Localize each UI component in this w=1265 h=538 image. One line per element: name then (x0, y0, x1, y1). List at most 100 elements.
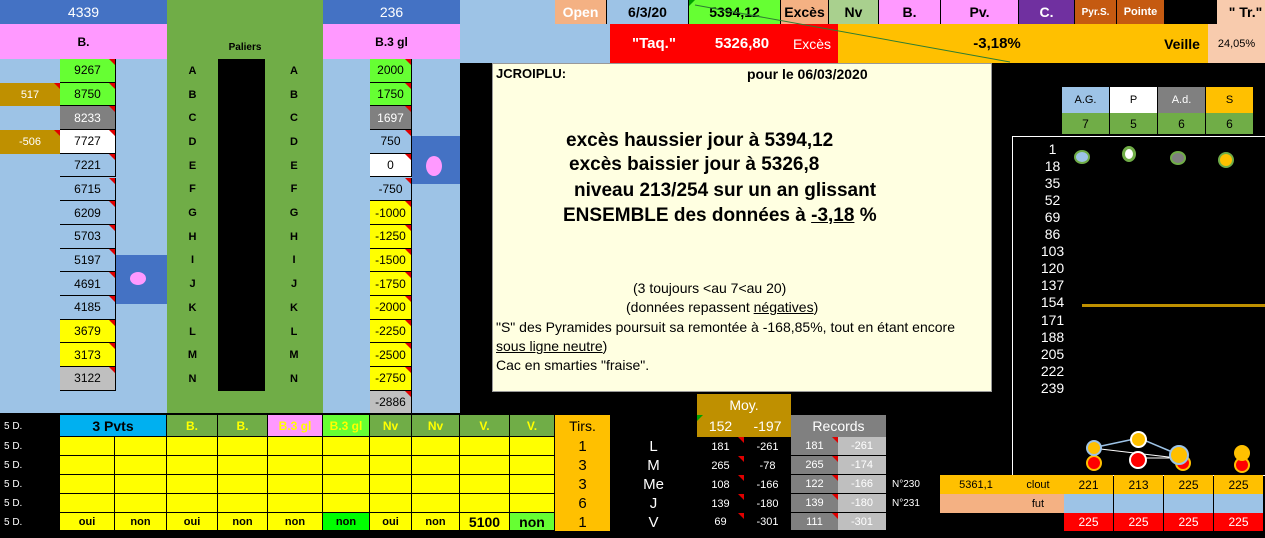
rec-cell-neg: -261 (838, 437, 886, 456)
chart-dot-s-top (1218, 152, 1234, 168)
scale-label: 35 (1044, 174, 1061, 191)
palier-letter-right: C (290, 112, 298, 125)
level-b3-cell: -1000 (370, 201, 412, 225)
header-cell: " Tr." (1217, 0, 1265, 24)
bottom-header: Nv (412, 415, 460, 437)
note-line3: niveau 213/254 sur un an glissant (574, 180, 877, 201)
taq-label: "Taq." (610, 24, 698, 63)
right-panel-count: 5 (1110, 113, 1157, 134)
level-b-cell: 3679 (60, 319, 116, 344)
bottom-last-cell: non (115, 513, 167, 531)
bottom-cell (268, 437, 323, 456)
palier-letter-left: F (189, 183, 196, 196)
right-panel-count: 7 (1062, 113, 1109, 134)
fut-cell (1164, 494, 1213, 513)
scale-label: 18 (1044, 157, 1061, 174)
right-panel-header: S (1206, 87, 1253, 113)
row-label-5d: 5 D. (4, 516, 23, 528)
chart-dot-gold4 (1234, 445, 1250, 461)
right-panel-count: 6 (1206, 113, 1253, 134)
palier-letter-right: M (289, 349, 299, 362)
bottom-last-cell: non (412, 513, 460, 531)
red-value: 225 (1114, 513, 1163, 531)
note-date: pour le 06/03/2020 (747, 66, 868, 82)
level-b3-cell: -2000 (370, 296, 412, 320)
bottom-cell (412, 456, 460, 475)
palier-letter-left: D (188, 135, 197, 148)
header-cell: Pyr.S. (1075, 0, 1117, 24)
bottom-cell (510, 494, 555, 513)
bottom-cell (370, 475, 412, 494)
clout-value: 225 (1164, 475, 1213, 494)
moy-cell-pos: 108 (697, 475, 744, 494)
bottom-cell (460, 437, 510, 456)
bottom-cell (268, 494, 323, 513)
palier-letter-left: H (188, 230, 197, 243)
rec-cell-pos: 181 (791, 437, 838, 456)
value-5361: 5361,1 (940, 475, 1012, 494)
palier-letter-right: F (290, 183, 298, 196)
header-cell (1165, 0, 1217, 24)
palier-letter-left: I (190, 254, 195, 267)
level-b-cell: 6715 (60, 177, 116, 202)
veille-label: Veille (1156, 24, 1208, 63)
bottom-cell (60, 475, 115, 494)
bottom-cell (510, 437, 555, 456)
clout-label: clout (1012, 475, 1064, 494)
note-line1: excès haussier jour à 5394,12 (566, 130, 834, 151)
level-b-cell: 3173 (60, 343, 116, 368)
header-cell: Open (555, 0, 607, 24)
bottom-header: Nv (370, 415, 412, 437)
day-label: M (647, 457, 660, 474)
fut-cell (1064, 494, 1113, 513)
bottom-header: B.3 gl (268, 415, 323, 437)
level-b-cell: 9267 (60, 59, 116, 83)
rec-cell-pos: 265 (791, 456, 838, 475)
clout-value: 225 (1214, 475, 1263, 494)
row-label-5d: 5 D. (4, 441, 23, 452)
bottom-cell (167, 475, 218, 494)
palier-letter-right: K (290, 301, 298, 314)
moy-cell-pos: 181 (697, 437, 744, 456)
bottom-header: B.3 gl (323, 415, 370, 437)
bottom-cell (412, 437, 460, 456)
level-b-cell: 4691 (60, 272, 116, 296)
bottom-cell (115, 456, 167, 475)
rec-cell-pos: 111 (791, 513, 838, 531)
bottom-cell (460, 475, 510, 494)
connector-line (694, 4, 1011, 63)
scale-label: 1 (1048, 140, 1057, 157)
bottom-cell (323, 437, 370, 456)
level-b3-cell: 750 (370, 130, 412, 154)
right-panel-header: A.G. (1062, 87, 1109, 113)
level-b-cell: 5197 (60, 248, 116, 273)
note-line4: ENSEMBLE des données à -3,18 % (563, 205, 877, 226)
level-b3-cell: 0 (370, 153, 412, 178)
level-b3-cell: -2250 (370, 319, 412, 344)
level-b-side: 517 (0, 82, 60, 107)
chart-dot-p-top (1122, 146, 1136, 162)
rec-cell-neg: -174 (838, 456, 886, 475)
row-label-5d: 5 D. (4, 460, 23, 471)
level-b3-cell: 1697 (370, 106, 412, 131)
bottom-cell (510, 475, 555, 494)
moy-cell-neg: -261 (744, 437, 791, 456)
right-panel-header: P (1110, 87, 1157, 113)
fut-blank (940, 494, 1012, 513)
palier-letter-right: N (290, 372, 298, 385)
right-panel-counts: 7566 (1062, 113, 1254, 134)
day-label: Me (643, 476, 664, 493)
clout-value: 221 (1064, 475, 1113, 494)
bottom-last-cell: non (510, 513, 555, 531)
palier-letter-right: E (290, 159, 298, 172)
scale-label: 86 (1044, 226, 1061, 242)
chart-dot-gold2 (1130, 431, 1147, 448)
bottom-cell (268, 456, 323, 475)
paliers-label: Paliers (228, 41, 262, 53)
col-b3-subheader: B.3 gl (323, 24, 460, 59)
bottom-cell (460, 456, 510, 475)
scale-label: 103 (1040, 243, 1065, 260)
palier-letter-left: C (188, 112, 197, 125)
palier-letter-right: B (290, 88, 298, 101)
scale-label: 69 (1044, 208, 1061, 225)
